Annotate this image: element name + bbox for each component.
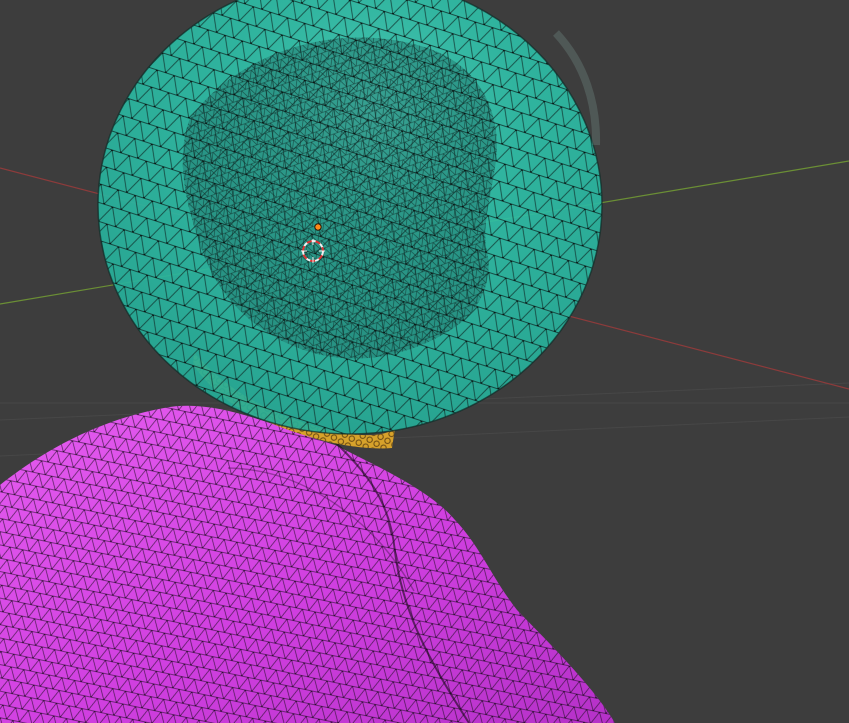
object-origin-icon[interactable]	[314, 223, 322, 231]
viewport-scene[interactable]	[0, 0, 849, 723]
helmet-mesh[interactable]	[97, 0, 603, 435]
body-mesh[interactable]	[0, 405, 615, 723]
3d-viewport[interactable]	[0, 0, 849, 723]
